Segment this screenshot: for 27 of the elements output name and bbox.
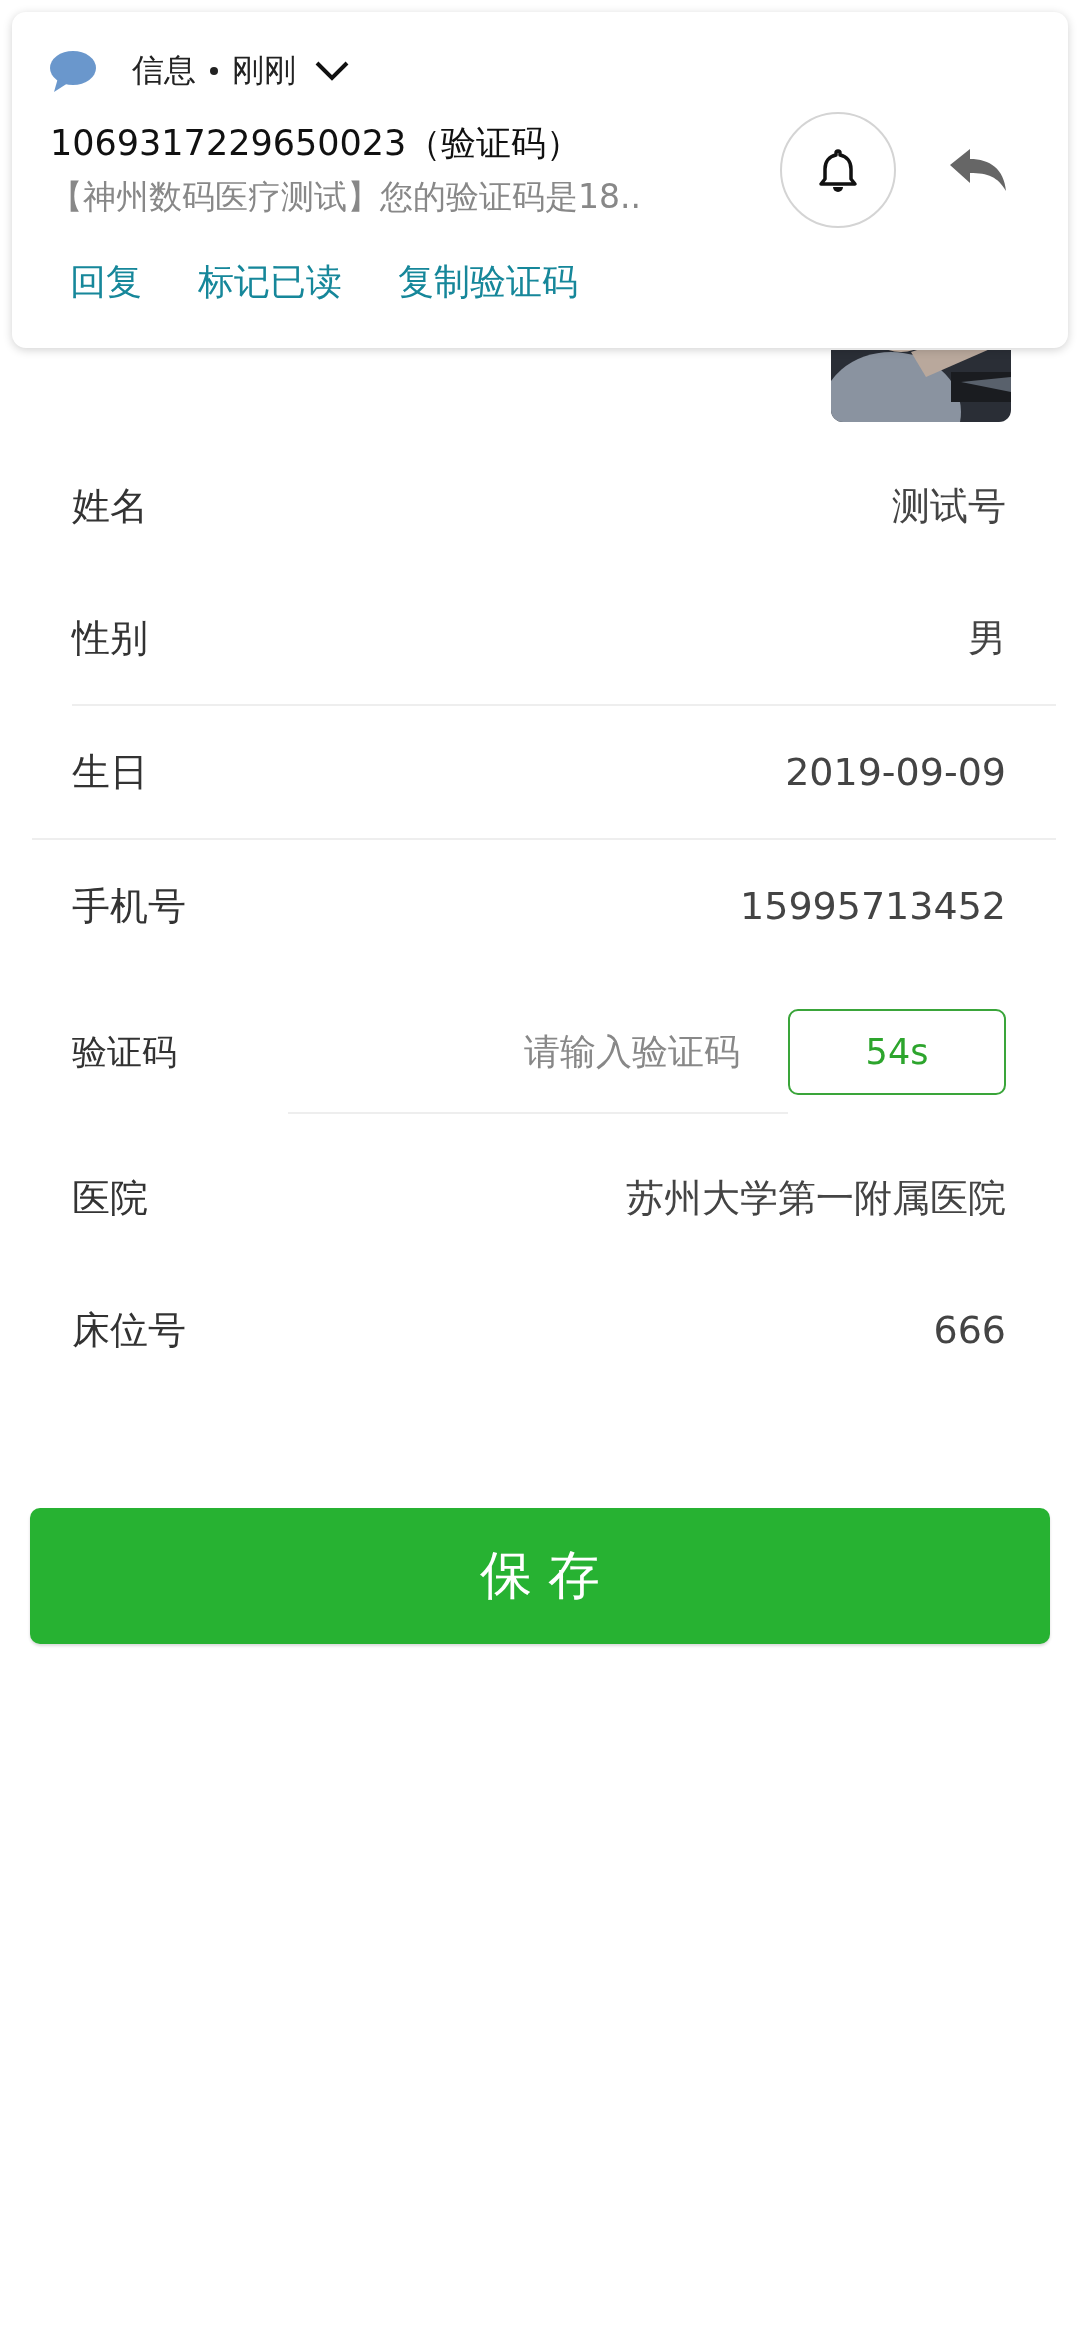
field-value[interactable]: 测试号 [892, 480, 1006, 532]
reply-icon[interactable] [948, 147, 1008, 193]
app-name: 信息 [132, 50, 196, 91]
separator-dot [210, 67, 218, 75]
field-label: 手机号 [72, 882, 186, 930]
field-label: 性别 [72, 614, 148, 662]
field-label: 医院 [72, 1174, 148, 1222]
field-label: 验证码 [72, 1030, 177, 1074]
notification-action[interactable]: 回复 [70, 258, 142, 307]
message-preview: 【神州数码医疗测试】您的验证码是18.. [50, 176, 642, 218]
chat-bubble-icon [50, 50, 96, 92]
notification-time: 刚刚 [232, 50, 296, 91]
field-value[interactable]: 苏州大学第一附属医院 [626, 1172, 1006, 1224]
field-label: 生日 [72, 748, 148, 796]
field-value[interactable]: 666 [933, 1308, 1006, 1352]
field-label: 床位号 [72, 1306, 186, 1354]
notification-action[interactable]: 复制验证码 [398, 258, 578, 307]
field-value[interactable]: 男 [968, 612, 1006, 664]
sender-number: 1069317229650023（验证码） [50, 122, 583, 165]
bell-icon [818, 148, 858, 192]
bell-button[interactable] [780, 112, 896, 228]
notification-card[interactable]: 信息 刚刚 1069317229650023（验证码） 【神州数码医疗测试】您的验证码是18.. 回复 标记已读 复制验证码 [12, 12, 1068, 348]
notification-action[interactable]: 标记已读 [198, 258, 342, 307]
chevron-down-icon[interactable] [314, 60, 350, 82]
field-value[interactable]: 15995713452 [740, 884, 1006, 928]
field-value[interactable]: 2019-09-09 [785, 750, 1006, 794]
field-label: 姓名 [72, 482, 148, 530]
